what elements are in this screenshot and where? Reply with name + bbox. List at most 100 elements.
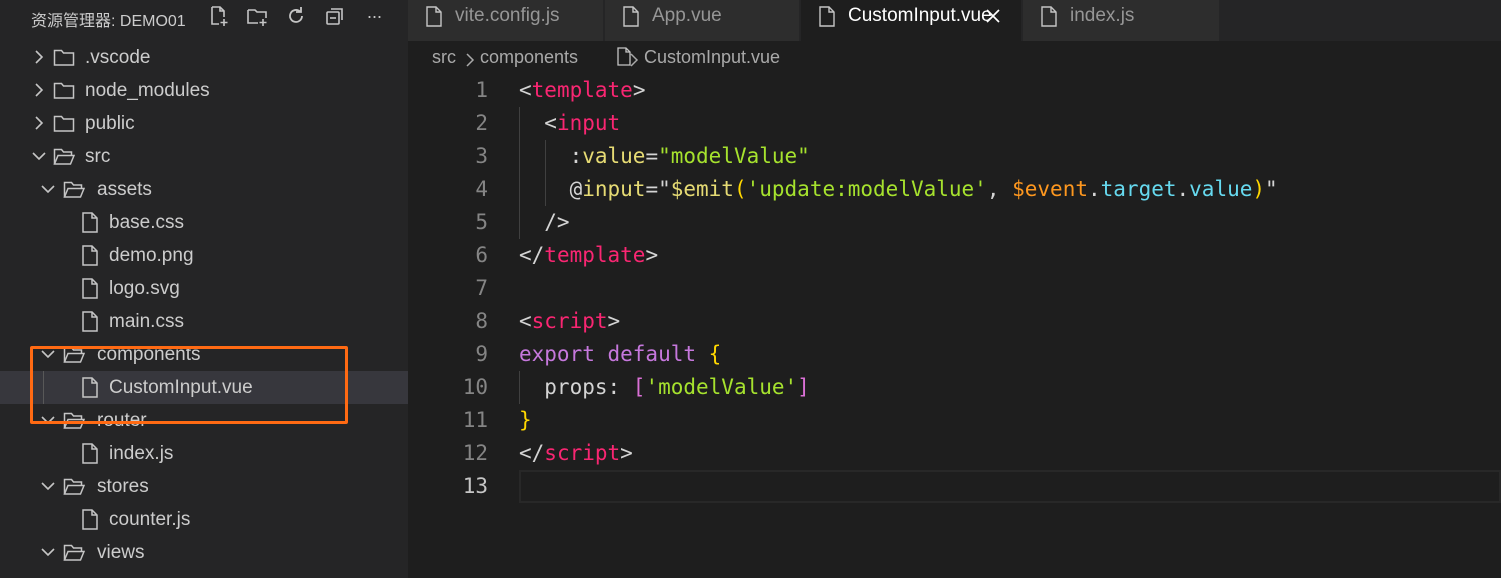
tree-folder[interactable]: public — [0, 107, 408, 140]
tree-item-label: stores — [97, 476, 149, 497]
explorer-sidebar: 资源管理器: DEMO01 ··· .vscode node_modulespub… — [0, 0, 408, 578]
file-icon — [617, 47, 631, 66]
code-token: @ — [519, 177, 583, 201]
tree-folder[interactable]: views — [0, 536, 408, 569]
tree-folder[interactable]: assets — [0, 173, 408, 206]
folder-open-icon — [63, 179, 86, 200]
editor-tab[interactable]: CustomInput.vue — [801, 0, 1022, 41]
tree-file[interactable]: base.css — [0, 206, 408, 239]
breadcrumb-item[interactable]: CustomInput.vue — [644, 47, 780, 68]
editor-tab[interactable]: index.js — [1023, 0, 1220, 41]
editor-tab[interactable]: vite.config.js — [408, 0, 604, 41]
code-token: input — [582, 177, 646, 201]
code-line[interactable]: 8 <script> — [408, 305, 1501, 338]
tab-label: CustomInput.vue — [848, 5, 992, 26]
breadcrumb-item[interactable]: src — [432, 47, 456, 68]
line-number: 1 — [475, 78, 488, 102]
tree-file[interactable]: counter.js — [0, 503, 408, 536]
file-icon — [79, 311, 101, 332]
tree-folder[interactable]: .vscode — [0, 41, 408, 74]
tree-item-label: public — [85, 113, 135, 134]
code-token: , — [986, 177, 1013, 201]
tree-item-label: base.css — [109, 212, 184, 233]
code-token: template — [531, 78, 633, 102]
code-text: <script> — [519, 309, 620, 333]
code-token: " — [1265, 177, 1278, 201]
line-number: 7 — [475, 276, 488, 300]
code-text: <input — [519, 111, 620, 135]
code-text: </template> — [519, 243, 658, 267]
folder-icon — [53, 47, 75, 68]
tree-file[interactable]: demo.png — [0, 239, 408, 272]
code-text: @input="$emit('update:modelValue', $even… — [519, 177, 1278, 201]
code-line[interactable]: 5 /> — [408, 206, 1501, 239]
chevron-down-icon — [40, 478, 56, 494]
line-number: 10 — [462, 375, 488, 399]
tab-label: App.vue — [652, 5, 722, 26]
code-line[interactable]: 1 <template> — [408, 74, 1501, 107]
tree-folder[interactable]: src — [0, 140, 408, 173]
code-token: $event — [1012, 177, 1088, 201]
folder-open-icon — [63, 476, 86, 497]
code-line[interactable]: 3 :value="modelValue" — [408, 140, 1501, 173]
code-text: :value="modelValue" — [519, 144, 810, 168]
more-icon[interactable]: ··· — [361, 3, 387, 29]
code-token: props: — [519, 375, 633, 399]
code-token: . — [1176, 177, 1190, 201]
code-token: > — [607, 309, 621, 333]
code-line[interactable]: 6 </template> — [408, 239, 1501, 272]
file-icon — [426, 6, 442, 27]
code-token: 'update:modelValue' — [746, 177, 987, 201]
tree-folder[interactable]: stores — [0, 470, 408, 503]
close-icon[interactable] — [985, 8, 1001, 24]
chevron-down-icon — [40, 181, 56, 197]
code-token: > — [632, 78, 646, 102]
code-line[interactable]: 9 export default { — [408, 338, 1501, 371]
code-line[interactable]: 10 props: ['modelValue'] — [408, 371, 1501, 404]
new-file-icon[interactable] — [205, 3, 231, 29]
code-token: script — [544, 441, 621, 465]
tree-file[interactable]: main.css — [0, 305, 408, 338]
code-text: <template> — [519, 78, 645, 102]
code-line[interactable]: 12 </script> — [408, 437, 1501, 470]
folder-open-icon — [63, 542, 86, 563]
code-text: } — [519, 408, 532, 432]
explorer-actions: ··· — [205, 3, 400, 29]
code-token: =" — [645, 177, 671, 201]
code-line[interactable]: 11} — [408, 404, 1501, 437]
code-token: target — [1100, 177, 1177, 201]
line-number: 2 — [475, 111, 488, 135]
code-line[interactable]: 4 @input="$emit('update:modelValue', $ev… — [408, 173, 1501, 206]
chevron-down-icon — [40, 544, 56, 560]
tree-file[interactable]: logo.svg — [0, 272, 408, 305]
explorer-title: 资源管理器: DEMO01 — [31, 13, 186, 30]
collapse-all-icon[interactable] — [322, 3, 348, 29]
editor-tabs: vite.config.js App.vue CustomInput.vue inde… — [408, 0, 1501, 41]
code-line[interactable]: 13 — [408, 470, 1501, 503]
code-token: > — [645, 243, 659, 267]
tree-file[interactable]: index.js — [0, 437, 408, 470]
code-token: < — [519, 78, 532, 102]
line-number: 11 — [462, 408, 488, 432]
file-icon — [79, 443, 101, 464]
breadcrumb-item[interactable]: components — [480, 47, 578, 68]
code-token: [ — [632, 375, 646, 399]
folder-icon — [53, 113, 75, 134]
tree-item-label: main.css — [109, 311, 184, 332]
code-token: script — [531, 309, 608, 333]
editor-tab[interactable]: App.vue — [605, 0, 800, 41]
code-token: < — [519, 111, 557, 135]
code-line[interactable]: 7 — [408, 272, 1501, 305]
refresh-icon[interactable] — [283, 3, 309, 29]
line-number: 4 — [475, 177, 488, 201]
tree-item-label: .vscode — [85, 47, 151, 68]
code-line[interactable]: 2 <input — [408, 107, 1501, 140]
new-folder-icon[interactable] — [244, 3, 270, 29]
tree-item-label: views — [97, 542, 145, 563]
line-number: 5 — [475, 210, 488, 234]
explorer-header: 资源管理器: DEMO01 ··· — [0, 0, 408, 33]
file-icon — [623, 6, 639, 27]
tree-folder[interactable]: node_modules — [0, 74, 408, 107]
code-editor[interactable]: 1 <template> 2 <input 3 :value="modelValue"… — [408, 74, 1501, 578]
code-token: /> — [519, 210, 570, 234]
